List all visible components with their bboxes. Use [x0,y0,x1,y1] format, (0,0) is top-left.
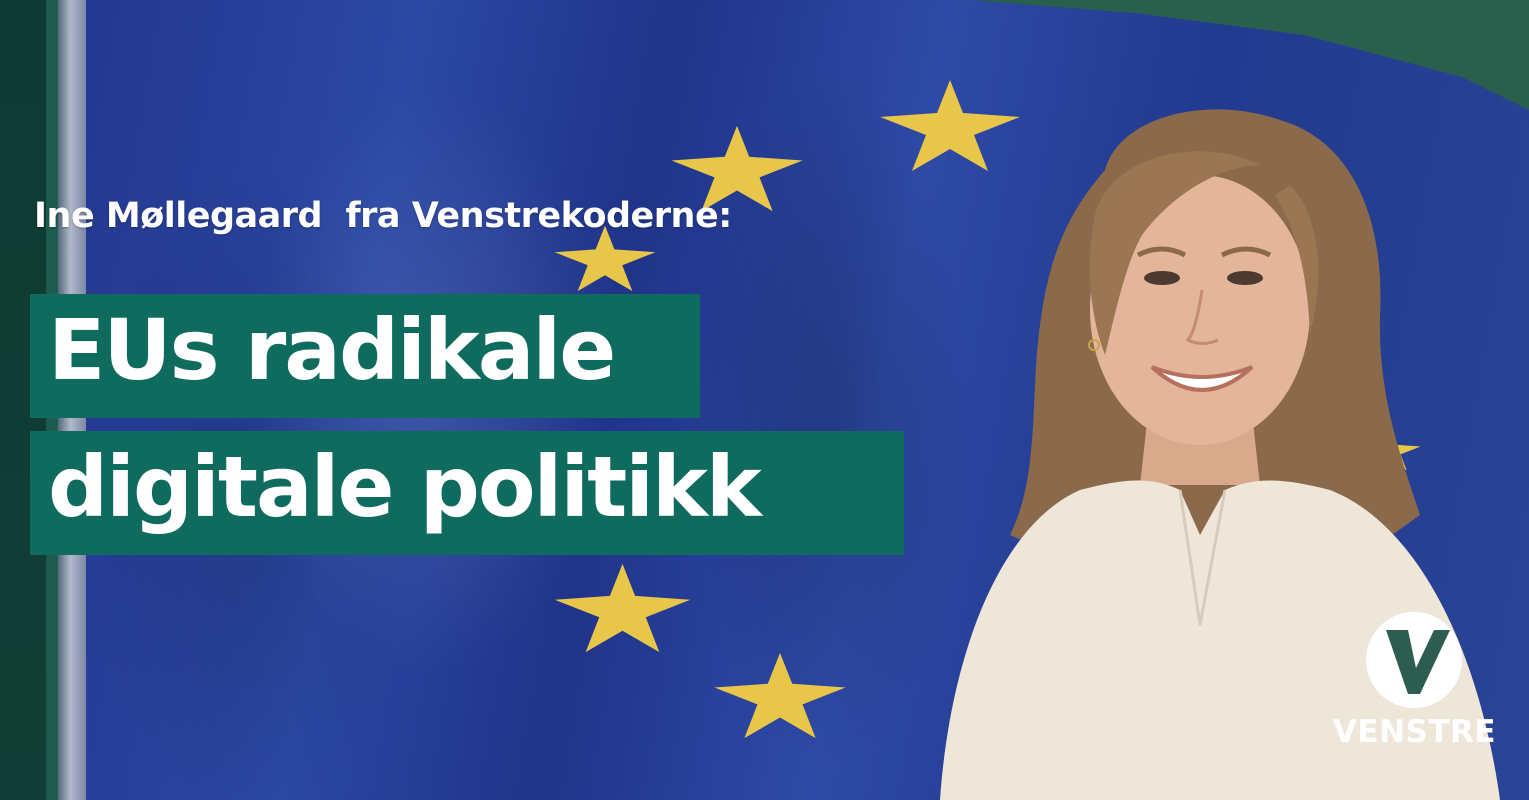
headline-line-1: EUs radikale [30,294,700,418]
venstre-logo: VENSTRE [1322,610,1507,760]
venstre-wordmark: VENSTRE [1332,714,1497,750]
venstre-v-icon [1366,612,1462,708]
campaign-banner: Ine Møllegaard fra Venstrekoderne: EUs r… [0,0,1529,800]
subtitle: Ine Møllegaard fra Venstrekoderne: [34,196,732,236]
headline-line-2: digitale politikk [30,431,904,555]
star-icon [714,652,846,739]
star-icon [554,563,691,653]
